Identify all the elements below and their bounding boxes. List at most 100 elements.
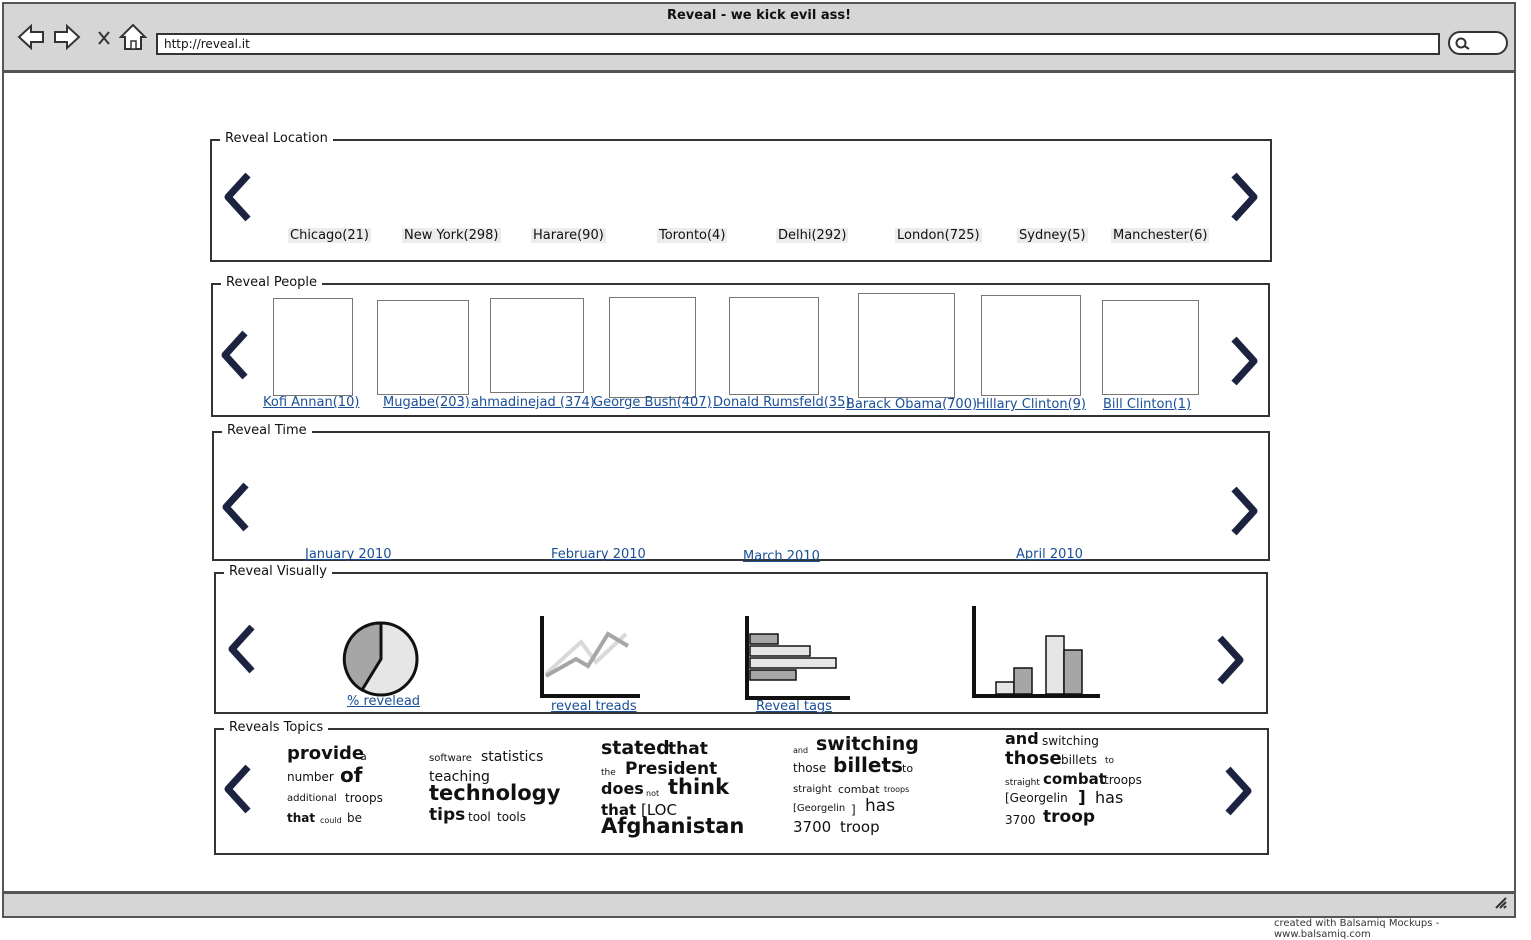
close-x-icon[interactable]	[90, 22, 120, 52]
month-link[interactable]: April 2010	[1016, 547, 1083, 562]
topic-word[interactable]: additional	[287, 794, 337, 804]
home-icon[interactable]	[118, 22, 148, 52]
topic-word[interactable]: provide	[287, 745, 364, 763]
chevron-left-icon[interactable]	[226, 624, 260, 674]
reveal-tags-link[interactable]: Reveal tags	[756, 699, 832, 714]
topic-word[interactable]: and	[1005, 731, 1039, 747]
topic-word[interactable]: does	[601, 781, 644, 797]
horizontal-bar-chart-thumbnail[interactable]	[742, 614, 854, 704]
topic-word[interactable]: think	[668, 777, 729, 798]
topic-word[interactable]: troops	[1104, 774, 1142, 786]
person-photo[interactable]	[490, 298, 584, 393]
topic-word[interactable]: troops	[345, 792, 383, 804]
search-input[interactable]	[1448, 31, 1508, 55]
chevron-left-icon[interactable]	[222, 172, 256, 222]
location-label[interactable]: Harare(90)	[531, 228, 606, 243]
person-photo[interactable]	[729, 297, 819, 395]
bar-chart-thumbnail[interactable]	[968, 604, 1104, 700]
topic-word[interactable]: Afghanistan	[601, 816, 744, 837]
topic-word[interactable]: straight	[793, 785, 832, 795]
topic-word[interactable]: straight	[1005, 779, 1040, 788]
person-photo[interactable]	[981, 295, 1081, 396]
topic-word[interactable]: has	[865, 798, 895, 815]
topic-word[interactable]: switching	[1042, 735, 1099, 747]
topic-word[interactable]: troop	[840, 820, 880, 835]
topic-word[interactable]: tools	[497, 811, 526, 823]
topic-word[interactable]: software	[429, 754, 472, 764]
reveal-treads-link[interactable]: reveal treads	[551, 699, 637, 714]
topic-word[interactable]: troops	[884, 786, 909, 794]
topic-word[interactable]: those	[793, 762, 826, 774]
location-label[interactable]: London(725)	[895, 228, 982, 243]
person-link[interactable]: Kofi Annan(10)	[263, 395, 359, 410]
location-label[interactable]: Chicago(21)	[288, 228, 371, 243]
person-link[interactable]: George Bush(407)	[593, 395, 712, 410]
chevron-left-icon[interactable]	[222, 764, 256, 814]
forward-arrow-icon[interactable]	[52, 22, 82, 52]
topic-word[interactable]: that	[287, 812, 315, 824]
month-link[interactable]: February 2010	[551, 547, 646, 562]
person-link[interactable]: Barack Obama(700)	[846, 397, 977, 412]
topic-word[interactable]: that	[668, 741, 708, 758]
resize-grip-icon[interactable]	[1494, 896, 1508, 910]
location-label[interactable]: Manchester(6)	[1111, 228, 1210, 243]
topic-word[interactable]: tips	[429, 807, 465, 824]
chevron-right-icon[interactable]	[1226, 486, 1260, 536]
person-photo[interactable]	[273, 298, 353, 396]
chevron-left-icon[interactable]	[219, 330, 253, 380]
topic-word[interactable]: be	[347, 812, 362, 824]
topic-word[interactable]: could	[320, 817, 342, 825]
chevron-right-icon[interactable]	[1226, 336, 1260, 386]
person-link[interactable]: Hillary Clinton(9)	[976, 397, 1086, 412]
person-link[interactable]: Mugabe(203)	[383, 395, 470, 410]
location-label[interactable]: New York(298)	[402, 228, 501, 243]
topic-word[interactable]: those	[1005, 750, 1062, 768]
topic-word[interactable]: has	[1095, 790, 1123, 806]
topic-word[interactable]: not	[646, 790, 659, 798]
topic-word[interactable]: switching	[816, 735, 919, 754]
topic-word[interactable]: technology	[429, 783, 560, 804]
topic-word[interactable]: a	[360, 751, 367, 762]
person-link[interactable]: ahmadinejad (374)	[471, 395, 595, 410]
chevron-right-icon[interactable]	[1226, 172, 1260, 222]
topic-word[interactable]: to	[902, 763, 913, 774]
person-photo[interactable]	[1102, 300, 1199, 395]
topic-word[interactable]: 3700	[793, 820, 831, 835]
topic-word[interactable]: and	[793, 747, 808, 755]
person-photo[interactable]	[609, 297, 696, 398]
location-label[interactable]: Sydney(5)	[1017, 228, 1088, 243]
location-label[interactable]: Delhi(292)	[776, 228, 849, 243]
chevron-right-icon[interactable]	[1220, 766, 1254, 816]
url-input[interactable]: http://reveal.it	[156, 33, 1440, 55]
person-link[interactable]: Donald Rumsfeld(35)	[713, 395, 850, 410]
pie-chart-thumbnail[interactable]	[342, 620, 422, 700]
topic-word[interactable]: combat	[838, 784, 880, 795]
topic-word[interactable]: stated	[601, 739, 670, 758]
topic-word[interactable]: to	[1105, 757, 1114, 766]
topic-word[interactable]: [Georgelin	[793, 804, 845, 814]
chevron-right-icon[interactable]	[1212, 635, 1246, 685]
topic-word[interactable]: the	[601, 769, 616, 778]
topic-word[interactable]: statistics	[481, 750, 543, 764]
month-link[interactable]: March 2010	[743, 549, 820, 564]
person-photo[interactable]	[858, 293, 955, 398]
topic-word[interactable]: of	[340, 765, 362, 785]
topic-word[interactable]: billets	[1061, 754, 1097, 766]
back-arrow-icon[interactable]	[16, 22, 46, 52]
topic-word[interactable]: combat	[1043, 772, 1106, 787]
topic-word[interactable]: 3700	[1005, 814, 1036, 826]
chevron-left-icon[interactable]	[220, 482, 254, 532]
location-label[interactable]: Toronto(4)	[657, 228, 728, 243]
topic-word[interactable]: ]	[851, 804, 856, 816]
person-photo[interactable]	[377, 300, 469, 395]
topic-word[interactable]: tool	[468, 811, 491, 823]
month-link[interactable]: January 2010	[305, 547, 392, 562]
person-link[interactable]: Bill Clinton(1)	[1103, 397, 1191, 412]
topic-word[interactable]: [Georgelin	[1005, 792, 1068, 804]
topic-word[interactable]: billets	[833, 755, 903, 775]
topic-word[interactable]: troop	[1043, 809, 1095, 826]
topic-word[interactable]: number	[287, 771, 334, 783]
topic-word[interactable]: ]	[1078, 790, 1086, 807]
line-chart-thumbnail[interactable]	[536, 614, 646, 704]
percent-revealed-link[interactable]: % revelead	[347, 694, 420, 709]
